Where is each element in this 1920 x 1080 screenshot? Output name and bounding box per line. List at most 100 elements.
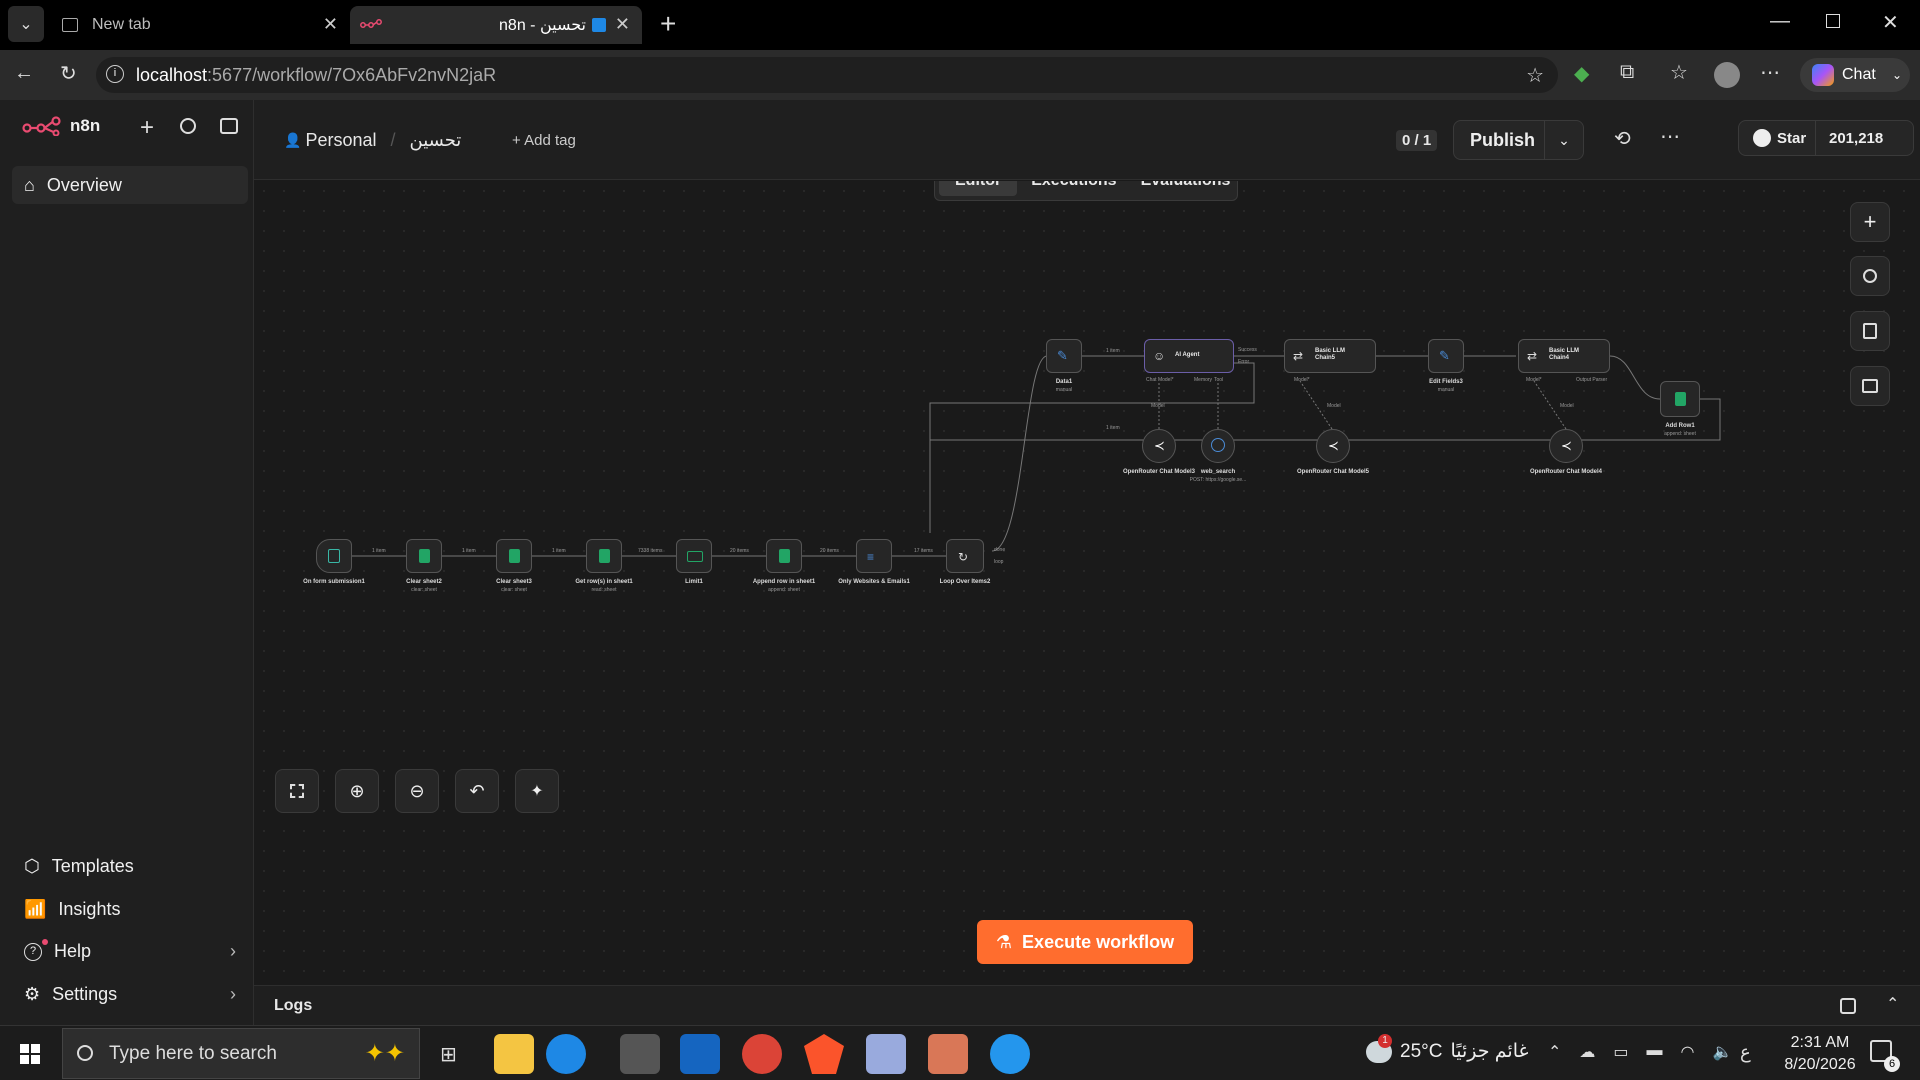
close-tab-icon[interactable]: ✕ [323,14,338,35]
user-icon: 👤 [284,132,302,148]
close-window-icon[interactable]: ✕ [1882,10,1899,35]
url-path: :5677/workflow/7Ox6AbFv2nvN2jaR [207,64,497,85]
workflow-node[interactable]: ↻ [946,539,984,573]
chevron-right-icon: › [230,941,236,961]
workflow-node[interactable] [586,539,622,573]
workflow-node[interactable] [406,539,442,573]
chevron-down-icon: ⌄ [1558,131,1570,148]
loop-icon: ↻ [958,550,969,564]
n8n-logo[interactable]: n8n [22,116,100,136]
docker-icon[interactable] [990,1034,1030,1074]
workflow-node[interactable]: ⇄ Basic LLM Chain4 [1518,339,1610,373]
logs-panel-header[interactable]: Logs ⌃ [254,985,1920,1025]
workflow-node[interactable] [676,539,712,573]
chain-icon: ⇄ [1293,349,1304,363]
notepad-icon[interactable] [866,1034,906,1074]
close-tab-icon[interactable]: ✕ [615,14,630,35]
nav-insights[interactable]: 📶 Insights [24,899,120,920]
node-label: Get row(s) in sheet1 [575,579,633,585]
edge-label: 20 items [730,548,749,554]
tab-n8n[interactable]: n8n - تحسين ✕ [350,6,642,44]
workflow-node[interactable]: ≡ [856,539,892,573]
fit-view-button[interactable] [275,769,319,813]
tidy-up-button[interactable]: ✦ [515,769,559,813]
input-language[interactable]: ع [1740,1042,1751,1063]
copilot-chat-button[interactable]: Chat ⌄ [1800,58,1910,92]
weather-widget[interactable]: 1 25°C غائم جزئيًا [1366,1034,1528,1063]
reload-icon[interactable]: ↻ [60,61,77,86]
workflow-node[interactable]: ≺ [1549,429,1583,463]
restore-icon[interactable] [1826,14,1840,28]
undo-button[interactable]: ↶ [455,769,499,813]
nav-settings[interactable]: ⚙ Settings › [24,984,236,1005]
workflow-node[interactable]: ☺ AI Agent [1144,339,1234,373]
nav-overview[interactable]: ⌂ Overview [12,166,248,204]
more-menu-icon[interactable]: ⋯ [1760,60,1780,85]
address-bar[interactable]: i localhost:5677/workflow/7Ox6AbFv2nvN2j… [96,57,1558,93]
breadcrumb-project[interactable]: Personal [305,130,376,151]
github-star-button[interactable]: Star 201,218 [1738,120,1914,156]
chevron-up-icon[interactable]: ⌃ [1886,994,1899,1014]
workflow-node[interactable] [316,539,352,573]
workflow-canvas[interactable]: Editor Executions Evaluations + [254,181,1920,985]
microsoft-store-icon[interactable] [620,1034,660,1074]
workflow-node[interactable] [1660,381,1700,417]
collapse-sidebar-icon[interactable] [220,118,238,134]
favorites-icon[interactable]: ☆ [1670,60,1688,85]
nav-templates[interactable]: ⬡ Templates [24,856,134,877]
tab-new-tab[interactable]: New tab ✕ [52,6,350,44]
history-icon[interactable]: ⟲ [1614,126,1631,151]
execute-workflow-button[interactable]: ⚗ Execute workflow [977,920,1193,964]
back-arrow-icon[interactable]: ← [14,62,34,85]
node-subtitle: manual [1055,387,1073,393]
star-divider [1815,121,1816,155]
zoom-out-button[interactable]: ⊖ [395,769,439,813]
profile-avatar[interactable] [1714,62,1740,88]
node-label: Basic LLM Chain4 [1549,348,1580,361]
workflow-node[interactable] [1201,429,1235,463]
create-plus-icon[interactable]: + [140,114,154,142]
brave-icon[interactable] [804,1034,844,1074]
clock-date: 8/20/2026 [1784,1056,1856,1073]
add-tag-button[interactable]: + Add tag [512,132,576,149]
workflow-node[interactable]: ⇄ Basic LLM Chain5 [1284,339,1376,373]
chrome-icon[interactable] [742,1034,782,1074]
claude-icon[interactable] [928,1034,968,1074]
extensions-puzzle-icon[interactable]: ⧉ [1620,61,1634,84]
workflow-node[interactable] [766,539,802,573]
outlook-icon[interactable] [680,1034,720,1074]
bookmark-star-icon[interactable]: ☆ [1526,63,1544,88]
minimize-icon[interactable]: — [1770,10,1790,33]
windows-start-icon[interactable] [20,1044,40,1064]
task-view-icon[interactable]: ⊞ [440,1042,457,1067]
workflow-node[interactable] [496,539,532,573]
search-icon[interactable] [180,118,196,134]
tab-title: n8n - تحسين [499,17,586,34]
workflow-name[interactable]: تحسين [410,130,462,151]
system-tray-icons[interactable]: ⌃ ☁ ▭ ▬ ◠ 🔈 [1548,1042,1732,1062]
site-info-icon[interactable]: i [106,65,124,83]
breadcrumb-separator: / [390,130,396,150]
volume-icon: 🔈 [1712,1044,1733,1061]
workflow-node[interactable]: ≺ [1316,429,1350,463]
workflow-node[interactable]: ✎ [1046,339,1082,373]
nav-help[interactable]: ? Help › [24,939,236,962]
zoom-in-button[interactable]: ⊕ [335,769,379,813]
more-options-icon[interactable]: ⋯ [1660,124,1680,149]
workflow-node[interactable]: ≺ [1142,429,1176,463]
clock[interactable]: 2:31 AM 8/20/2026 [1772,1032,1868,1076]
pop-out-icon[interactable] [1840,998,1856,1014]
edge-label: 1 item [552,548,566,554]
new-tab-plus-icon[interactable]: + [660,8,676,40]
extension-colorful-icon[interactable]: ◆ [1574,61,1589,86]
publish-dropdown-button[interactable]: ⌄ [1544,120,1584,160]
node-subtitle: manual [1437,387,1455,393]
edge-browser-icon[interactable] [546,1034,586,1074]
workflow-node[interactable]: ✎ [1428,339,1464,373]
version-counter: 0 / 1 [1396,130,1438,151]
tab-list-chevron-icon[interactable]: ⌄ [8,6,44,42]
breadcrumb: 👤 Personal / تحسين [284,130,461,151]
taskbar-search-box[interactable]: Type here to search ✦✦ [62,1028,420,1079]
file-explorer-icon[interactable] [494,1034,534,1074]
n8n-favicon-icon [360,19,382,28]
